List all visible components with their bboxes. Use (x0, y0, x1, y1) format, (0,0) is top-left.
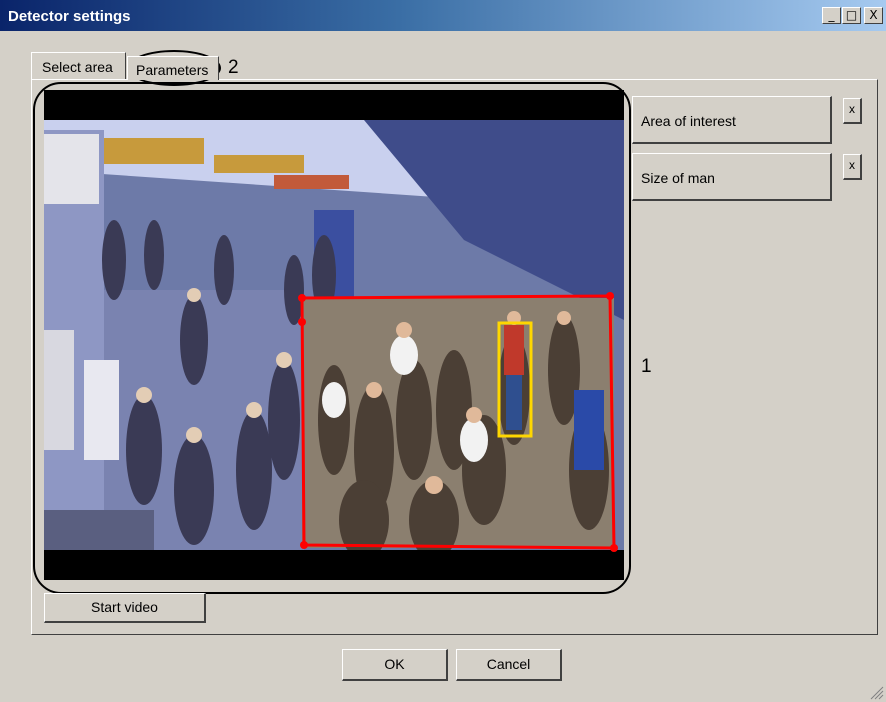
cancel-button[interactable]: Cancel (456, 649, 562, 681)
title-bar[interactable]: Detector settings _ □ X (0, 0, 886, 31)
size-of-man-button[interactable]: Size of man (632, 153, 832, 201)
video-preview[interactable] (44, 90, 624, 580)
close-button[interactable]: X (864, 7, 883, 24)
clear-size-of-man-button[interactable]: x (843, 154, 862, 180)
tab-parameters[interactable]: Parameters (127, 56, 219, 80)
video-frame-image (44, 90, 624, 580)
start-video-button[interactable]: Start video (44, 593, 206, 623)
resize-grip-icon[interactable] (868, 684, 884, 700)
window-title: Detector settings (8, 8, 131, 25)
minimize-button[interactable]: _ (822, 7, 841, 24)
detector-settings-window: Detector settings _ □ X Select area Para… (0, 0, 886, 702)
maximize-button[interactable]: □ (842, 7, 861, 24)
area-of-interest-button[interactable]: Area of interest (632, 96, 832, 144)
callout-1: 1 (641, 356, 652, 377)
clear-area-of-interest-button[interactable]: x (843, 98, 862, 124)
tab-select-area[interactable]: Select area (31, 52, 126, 79)
callout-2: 2 (228, 57, 239, 78)
ok-button[interactable]: OK (342, 649, 448, 681)
